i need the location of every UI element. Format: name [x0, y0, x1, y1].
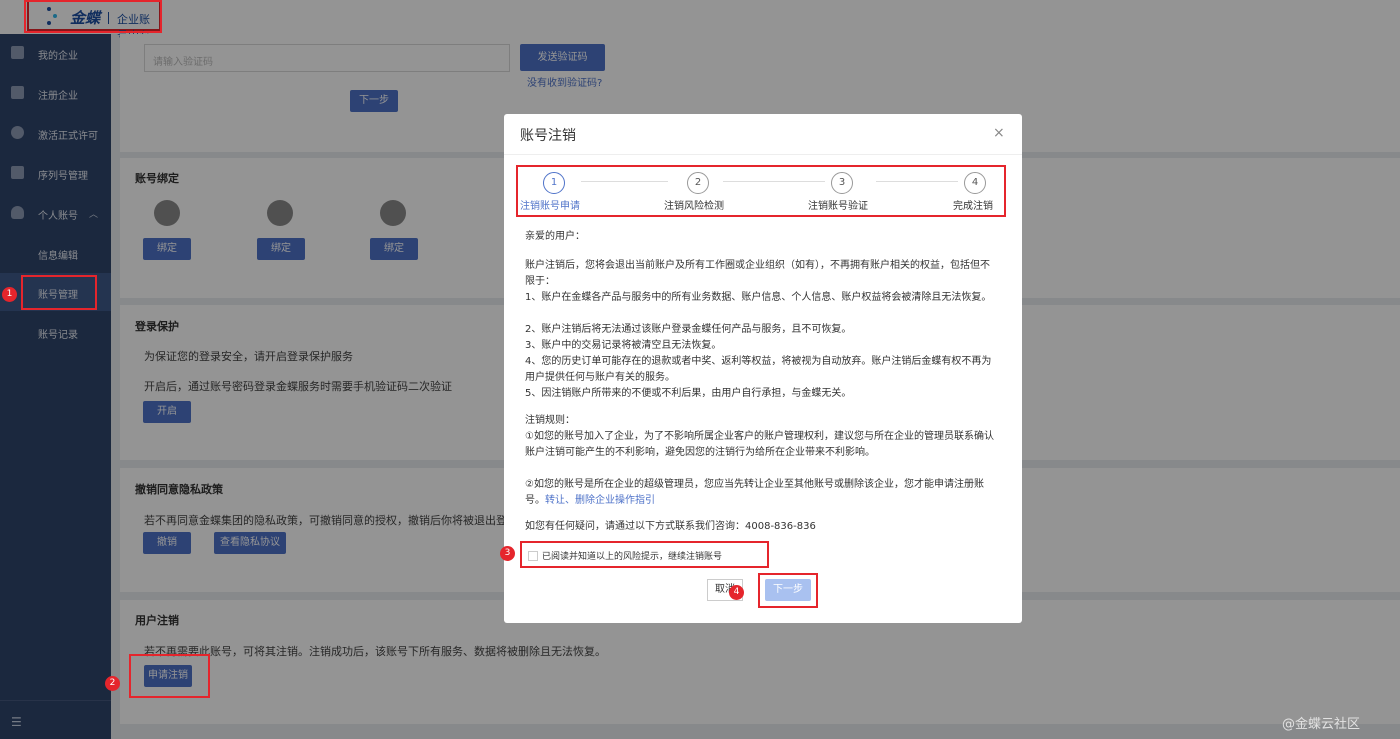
annotation-box-next	[758, 573, 818, 608]
annotation-badge-1: 1	[2, 287, 17, 302]
point-1: 1、账户在金蝶各产品与服务中的所有业务数据、账户信息、个人信息、账户权益将会被清…	[525, 292, 992, 303]
annotation-box-logo	[24, 0, 162, 33]
annotation-box-steps	[516, 165, 1006, 217]
point-3: 3、账户中的交易记录将被清空且无法恢复。	[525, 340, 722, 351]
greeting: 亲爱的用户：	[525, 231, 585, 242]
point-5: 5、因注销账户所带来的不便或不利后果，由用户自行承担，与金蝶无关。	[525, 388, 852, 399]
annotation-badge-3: 3	[500, 546, 515, 561]
intro-text: 账户注销后，您将会退出当前账户及所有工作圈或企业组织（如有），不再拥有账户相关的…	[525, 260, 990, 287]
annotation-badge-4: 4	[729, 585, 744, 600]
contact-text: 如您有任何疑问，请通过以下方式联系我们咨询：4008-836-836	[525, 521, 816, 532]
modal-title: 账号注销	[520, 128, 576, 144]
point-4: 4、您的历史订单可能存在的退款或者中奖、返利等权益，将被视为自动放弃。账户注销后…	[525, 356, 992, 383]
modal-header-divider	[504, 154, 1022, 155]
annotation-box-apply-cancel	[129, 654, 210, 698]
annotation-badge-2: 2	[105, 676, 120, 691]
transfer-delete-guide-link[interactable]: 转让、删除企业操作指引	[545, 495, 655, 506]
close-icon[interactable]: ×	[993, 125, 1005, 141]
account-cancel-modal: 账号注销 × 1 注销账号申请 2 注销风险检测 3 注销账号验证 4 完成注销…	[500, 114, 1022, 623]
annotation-box-checkbox	[520, 541, 769, 568]
annotation-box-account-management	[21, 275, 97, 310]
rule-1: ①如您的账号加入了企业，为了不影响所属企业客户的账户管理权利，建议您与所在企业的…	[525, 431, 994, 458]
rules-title: 注销规则：	[525, 415, 575, 426]
rule-2: ②如您的账号是所在企业的超级管理员，您应当先转让企业至其他账号或删除该企业，您才…	[525, 477, 999, 509]
watermark: @金蝶云社区	[1282, 717, 1361, 732]
point-2: 2、账户注销后将无法通过该账户登录金蝶任何产品与服务，且不可恢复。	[525, 324, 852, 335]
